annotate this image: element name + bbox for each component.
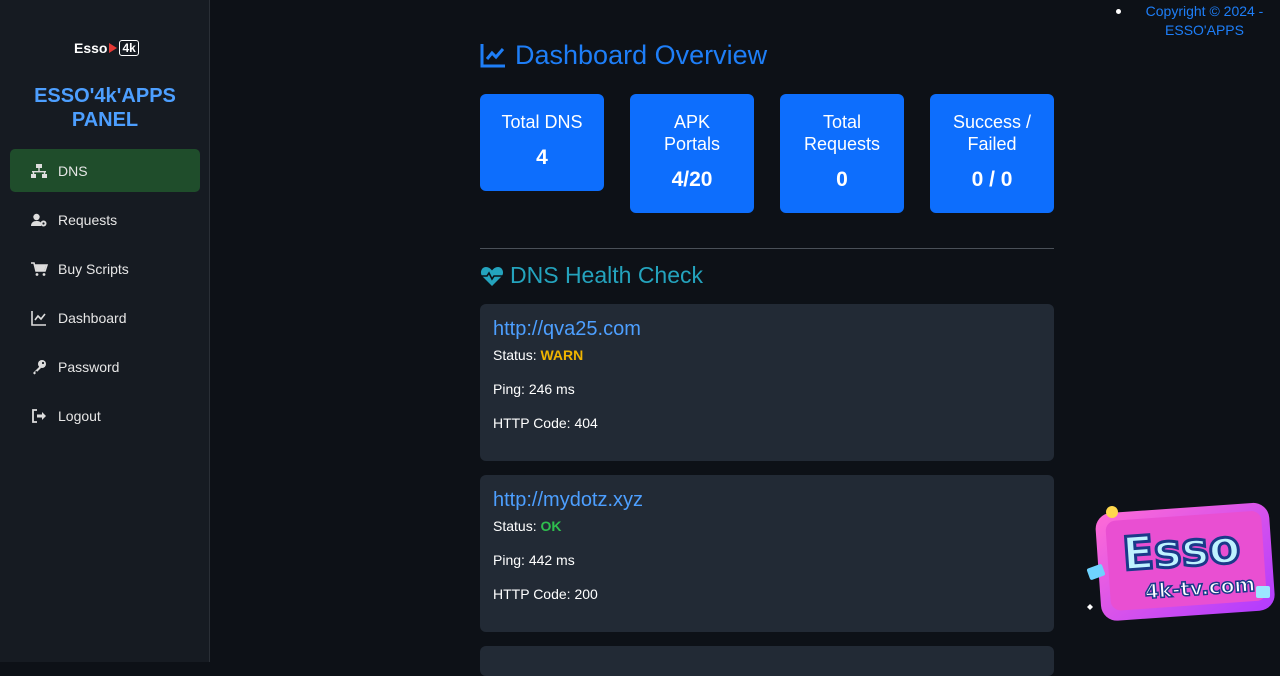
bullet-icon xyxy=(1116,9,1121,14)
sidebar-item-dns[interactable]: DNS xyxy=(10,149,200,192)
stat-label: Total DNS xyxy=(501,112,583,132)
chart-line-icon xyxy=(31,310,46,326)
heart-pulse-icon xyxy=(480,266,504,286)
sidebar-nav: DNS Requests Buy Scripts Dashboard Passw… xyxy=(10,149,200,443)
sidebar-item-label: DNS xyxy=(58,162,88,179)
sidebar-item-requests[interactable]: Requests xyxy=(10,198,200,241)
logout-icon xyxy=(32,408,46,423)
stat-card-total-dns: Total DNS 4 xyxy=(480,94,604,191)
logo-badge: 4k xyxy=(119,40,139,56)
sidebar-item-logout[interactable]: Logout xyxy=(10,394,200,437)
sidebar-item-label: Logout xyxy=(58,407,101,424)
sidebar-item-label: Requests xyxy=(58,211,118,228)
key-icon xyxy=(33,359,46,374)
network-icon xyxy=(31,163,47,178)
dns-card: http://mydotz.xyz Status: OK Ping: 442 m… xyxy=(480,475,1054,632)
section-title-text: DNS Health Check xyxy=(510,262,704,288)
stat-value: 4/20 xyxy=(671,168,713,191)
divider xyxy=(480,248,1054,249)
dns-card xyxy=(480,646,1054,676)
stat-value: 4 xyxy=(536,146,548,169)
sidebar-item-dashboard[interactable]: Dashboard xyxy=(10,296,200,339)
stat-label: Total Requests xyxy=(803,112,881,154)
cart-icon xyxy=(31,261,48,276)
dns-http-code: HTTP Code: 200 xyxy=(493,586,598,602)
stat-value: 0 xyxy=(836,168,848,191)
logo: Esso 4k xyxy=(74,38,139,58)
stat-card-total-requests: Total Requests 0 xyxy=(780,94,904,213)
brand-line-1: ESSO'4k'APPS xyxy=(34,85,176,107)
play-icon xyxy=(109,43,118,53)
dns-http-code: HTTP Code: 404 xyxy=(493,415,598,431)
dns-card: http://qva25.com Status: WARN Ping: 246 … xyxy=(480,304,1054,461)
stat-label: APK Portals xyxy=(663,112,721,154)
stat-card-apk-portals: APK Portals 4/20 xyxy=(630,94,754,213)
sidebar-item-buy-scripts[interactable]: Buy Scripts xyxy=(10,247,200,290)
page-title: Dashboard Overview xyxy=(480,40,767,71)
dns-ping: Ping: 442 ms xyxy=(493,552,575,568)
dns-status: Status: OK xyxy=(493,518,562,534)
sidebar-item-label: Dashboard xyxy=(58,309,127,326)
dns-url[interactable]: http://mydotz.xyz xyxy=(493,489,1041,512)
sidebar-item-label: Password xyxy=(58,358,120,375)
dns-ping: Ping: 246 ms xyxy=(493,381,575,397)
logo-text: Esso xyxy=(74,40,108,56)
status-badge: OK xyxy=(540,518,562,534)
user-gear-icon xyxy=(31,213,47,226)
dns-status: Status: WARN xyxy=(493,347,584,363)
dns-url[interactable]: http://qva25.com xyxy=(493,318,1041,341)
status-badge: WARN xyxy=(540,347,584,363)
chart-line-icon xyxy=(480,44,505,68)
brand-line-2: PANEL xyxy=(71,109,139,131)
badge-title: Esso xyxy=(1121,519,1242,581)
stat-card-success-failed: Success / Failed 0 / 0 xyxy=(930,94,1054,213)
sidebar-item-password[interactable]: Password xyxy=(10,345,200,388)
section-title: DNS Health Check xyxy=(480,262,703,289)
sidebar: Esso 4k ESSO'4k'APPS PANEL DNS Requests … xyxy=(0,0,210,662)
esso-badge-logo: Esso 4k-tv.com xyxy=(1086,502,1275,621)
sidebar-item-label: Buy Scripts xyxy=(58,260,129,277)
stat-value: 0 / 0 xyxy=(971,168,1013,191)
page-title-text: Dashboard Overview xyxy=(515,40,768,70)
stat-label: Success / Failed xyxy=(952,112,1032,154)
brand-title: ESSO'4k'APPS PANEL xyxy=(0,84,210,132)
copyright-text: Copyright © 2024 - ESSO'APPS xyxy=(1145,3,1264,38)
